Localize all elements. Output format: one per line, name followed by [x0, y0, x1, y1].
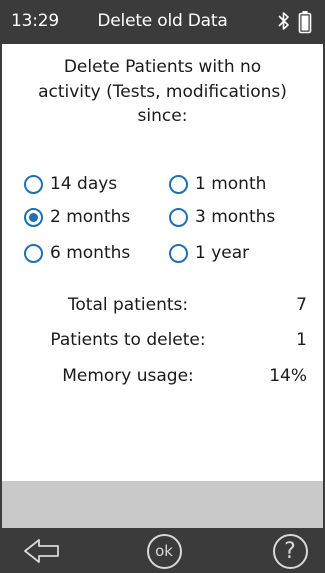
option-2-months[interactable]: 2 months: [24, 204, 130, 230]
patients-to-delete-value: 1: [296, 330, 307, 350]
patients-to-delete-label: Patients to delete:: [50, 330, 206, 350]
footer-status-area: [2, 481, 323, 528]
patients-to-delete-row: Patients to delete: 1: [0, 330, 325, 354]
back-arrow-icon: [24, 539, 59, 563]
memory-usage-label: Memory usage:: [62, 366, 194, 386]
option-label: 14 days: [50, 174, 118, 194]
option-6-months[interactable]: 6 months: [24, 240, 130, 266]
status-bar: 13:29 Delete old Data: [0, 0, 325, 44]
battery-icon: [298, 11, 312, 34]
radio-button-icon[interactable]: [169, 207, 188, 227]
option-label: 3 months: [195, 207, 276, 227]
radio-button-icon[interactable]: [169, 174, 188, 194]
option-label: 2 months: [50, 207, 131, 227]
radio-button-icon[interactable]: [24, 243, 43, 263]
option-14-days[interactable]: 14 days: [24, 171, 117, 197]
ok-icon: ok: [146, 533, 182, 569]
help-icon: ?: [272, 533, 308, 569]
radio-button-icon[interactable]: [169, 243, 188, 263]
radio-button-selected-icon[interactable]: [24, 207, 43, 227]
prompt-line-2: activity (Tests, modifications): [38, 81, 287, 102]
prompt-line-1: Delete Patients with no: [63, 57, 262, 77]
ok-button[interactable]: ok: [144, 532, 184, 570]
memory-usage-row: Memory usage: 14%: [0, 366, 325, 390]
prompt-line-3: since:: [137, 106, 188, 126]
memory-usage-value: 14%: [269, 366, 307, 386]
option-label: 6 months: [50, 243, 131, 263]
back-button[interactable]: [20, 532, 64, 570]
option-1-month[interactable]: 1 month: [169, 171, 266, 197]
help-button[interactable]: ?: [270, 532, 310, 570]
total-patients-label: Total patients:: [67, 295, 189, 315]
bluetooth-icon: [278, 12, 289, 30]
option-label: 1 year: [195, 243, 250, 263]
total-patients-value: 7: [296, 295, 307, 315]
total-patients-row: Total patients: 7: [0, 295, 325, 319]
option-3-months[interactable]: 3 months: [169, 204, 275, 230]
delete-prompt: Delete Patients with no activity (Tests,…: [10, 55, 315, 129]
option-1-year[interactable]: 1 year: [169, 240, 249, 266]
bottom-nav: ok ?: [0, 528, 325, 573]
option-label: 1 month: [195, 174, 267, 194]
radio-button-icon[interactable]: [24, 174, 43, 194]
